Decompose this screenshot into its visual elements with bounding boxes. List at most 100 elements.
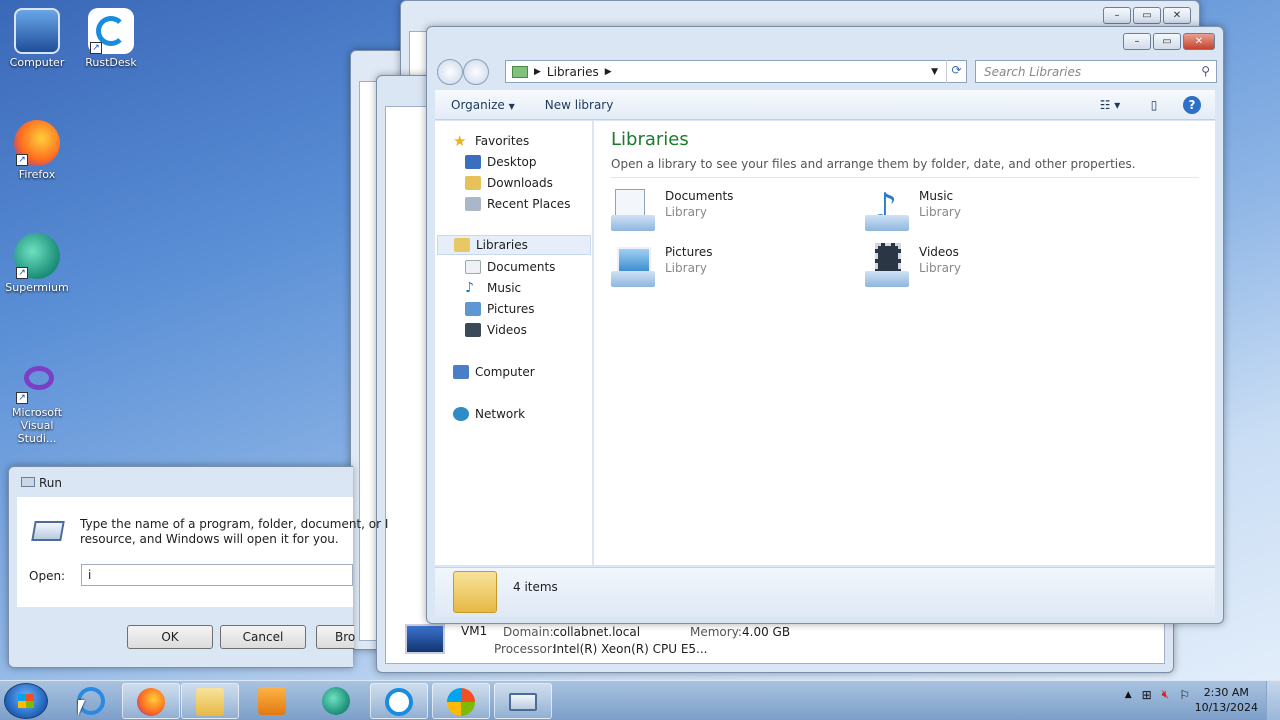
search-input[interactable]: Search Libraries ⚲ — [975, 60, 1217, 83]
folder-icon — [196, 688, 224, 716]
desktop-icon-supermium[interactable]: ↗ Supermium — [0, 233, 74, 294]
preview-pane-icon[interactable]: ▯ — [1145, 96, 1163, 114]
library-name: Music — [919, 189, 954, 203]
windows-logo-icon — [18, 694, 34, 708]
nav-videos[interactable]: Videos — [465, 320, 527, 340]
address-bar[interactable]: ▶ Libraries ▶ ▼ ⟳ — [505, 60, 967, 83]
desktop-icon-visual-studio[interactable]: ↗ Microsoft Visual Studi... — [0, 358, 74, 445]
shortcut-arrow-icon: ↗ — [16, 267, 28, 279]
nav-network[interactable]: Network — [453, 404, 525, 424]
desktop-icon-rustdesk[interactable]: ↗ RustDesk — [74, 8, 148, 69]
libraries-icon — [454, 238, 470, 252]
new-library-button[interactable]: New library — [545, 98, 614, 112]
star-icon: ★ — [453, 132, 467, 150]
clock-time: 2:30 AM — [1203, 686, 1249, 699]
view-options-icon[interactable]: ☷ ▾ — [1095, 96, 1125, 114]
forward-button[interactable] — [463, 59, 489, 85]
taskbar-system[interactable] — [432, 683, 490, 719]
breadcrumb-chevron-icon: ▶ — [534, 66, 541, 77]
supermium-icon: ↗ — [14, 233, 60, 279]
domain-label: Domain: — [503, 625, 554, 639]
firefox-icon: ↗ — [14, 120, 60, 166]
processor-label: Processor: — [494, 642, 556, 656]
documents-icon — [465, 260, 481, 274]
nav-computer[interactable]: Computer — [453, 362, 535, 382]
search-icon[interactable]: ⚲ — [1201, 64, 1210, 78]
pictures-icon — [465, 302, 481, 316]
rustdesk-icon: ↗ — [88, 8, 134, 54]
desktop-icon-label: Firefox — [18, 168, 56, 181]
nav-recent-places[interactable]: Recent Places — [465, 194, 570, 214]
run-icon — [509, 693, 537, 711]
taskbar-rustdesk[interactable] — [370, 683, 428, 719]
shortcut-arrow-icon: ↗ — [90, 42, 102, 54]
breadcrumb-chevron-icon: ▶ — [604, 66, 612, 77]
page-title: Libraries — [611, 129, 689, 150]
recent-places-icon — [465, 197, 481, 211]
nav-favorites[interactable]: ★ Favorites — [453, 131, 529, 151]
computer-icon — [14, 8, 60, 54]
nav-downloads[interactable]: Downloads — [465, 173, 553, 193]
nav-libraries[interactable]: Libraries — [437, 235, 591, 255]
desktop-icon — [465, 155, 481, 169]
library-music[interactable]: ♪ Music Library — [865, 185, 961, 233]
taskbar-explorer[interactable] — [181, 683, 239, 719]
firefox-icon — [137, 688, 165, 716]
desktop-icon-label: Microsoft Visual Studi... — [11, 406, 63, 445]
run-title-icon — [21, 477, 35, 487]
back-button[interactable] — [437, 59, 463, 85]
desktop-icon-firefox[interactable]: ↗ Firefox — [0, 120, 74, 181]
page-subtitle: Open a library to see your files and arr… — [611, 157, 1136, 171]
taskbar-internet-explorer[interactable] — [63, 683, 121, 719]
memory-label: Memory: — [690, 625, 742, 639]
maximize-button[interactable]: ▭ — [1153, 33, 1181, 50]
nav-music[interactable]: ♪ Music — [465, 278, 521, 298]
computer-icon — [453, 365, 469, 379]
ok-button[interactable]: OK — [127, 625, 213, 649]
refresh-icon[interactable]: ⟳ — [946, 60, 966, 83]
desktop-icon-computer[interactable]: Computer — [0, 8, 74, 69]
media-player-icon — [258, 687, 286, 715]
command-bar: Organize ▼ New library ☷ ▾ ▯ ? — [435, 90, 1215, 120]
taskbar: ▲ ⊞ 🔇︎ ⚐ 2:30 AM 10/13/2024 — [0, 680, 1280, 720]
folder-icon — [453, 571, 497, 613]
taskbar-run[interactable] — [494, 683, 552, 719]
taskbar-media-player[interactable] — [244, 683, 302, 719]
run-dialog[interactable]: Run Type the name of a program, folder, … — [8, 466, 388, 668]
nav-documents[interactable]: Documents — [465, 257, 555, 277]
cancel-button[interactable]: Cancel — [220, 625, 306, 649]
documents-library-icon — [611, 187, 657, 233]
nav-desktop[interactable]: Desktop — [465, 152, 537, 172]
explorer-window[interactable]: – ▭ ✕ ▶ Libraries ▶ ▼ ⟳ Search Libraries… — [426, 26, 1224, 624]
processor-value: Intel(R) Xeon(R) CPU E5... — [553, 642, 708, 656]
address-dropdown-icon[interactable]: ▼ — [931, 67, 938, 77]
nav-pictures[interactable]: Pictures — [465, 299, 535, 319]
volume-muted-icon[interactable]: 🔇︎ — [1162, 687, 1170, 702]
taskbar-firefox[interactable] — [122, 683, 180, 719]
videos-library-icon — [865, 243, 911, 289]
minimize-button[interactable]: – — [1123, 33, 1151, 50]
library-videos[interactable]: Videos Library — [865, 243, 961, 289]
help-icon[interactable]: ? — [1183, 96, 1201, 114]
open-input[interactable]: i — [81, 564, 353, 586]
browse-button[interactable]: Bro — [316, 625, 355, 649]
show-hidden-icons-icon[interactable]: ▲ — [1125, 690, 1132, 700]
music-library-icon: ♪ — [865, 185, 911, 233]
libraries-folder-icon — [512, 65, 528, 78]
action-center-icon[interactable]: ⚐ — [1179, 688, 1190, 702]
library-pictures[interactable]: Pictures Library — [611, 243, 713, 289]
mouse-cursor-icon — [78, 700, 85, 716]
library-documents[interactable]: Documents Library — [611, 187, 733, 233]
breadcrumb[interactable]: Libraries — [547, 65, 599, 79]
start-button[interactable] — [4, 683, 48, 719]
shortcut-arrow-icon: ↗ — [16, 392, 28, 404]
show-desktop-button[interactable] — [1266, 681, 1280, 720]
organize-button[interactable]: Organize ▼ — [451, 98, 515, 112]
close-button[interactable]: ✕ — [1183, 33, 1215, 50]
taskbar-supermium[interactable] — [308, 683, 366, 719]
clock[interactable]: 2:30 AM 10/13/2024 — [1195, 685, 1258, 715]
network-icon[interactable]: ⊞ — [1142, 688, 1152, 702]
search-placeholder: Search Libraries — [984, 65, 1082, 79]
memory-value: 4.00 GB — [742, 625, 791, 639]
library-type: Library — [919, 205, 961, 219]
